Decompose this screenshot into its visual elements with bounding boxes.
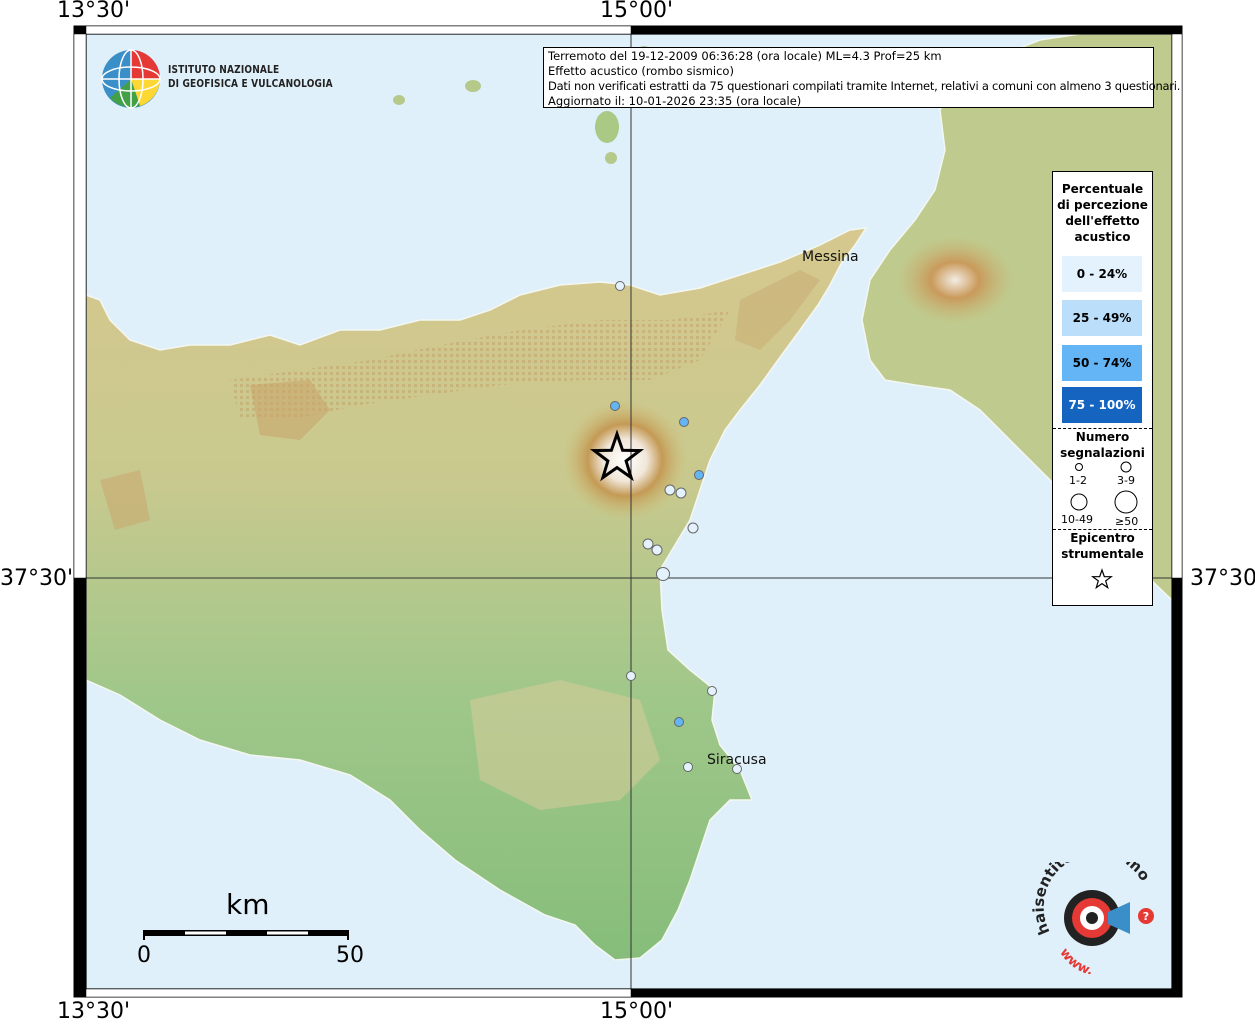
obs-point xyxy=(642,538,654,550)
island-filicudi xyxy=(465,80,481,92)
lat-label-right: 37°30' xyxy=(1190,566,1255,591)
data-source-line: Dati non verificati estratti da 75 quest… xyxy=(548,79,1181,93)
obs-point xyxy=(610,401,620,411)
legend-class-0: 0 - 24% xyxy=(1062,256,1142,292)
lon-label-top-center: 15°00' xyxy=(600,0,674,23)
updated-line: Aggiornato il: 10-01-2026 23:35 (ora loc… xyxy=(548,94,802,108)
count-3-9: 3-9 xyxy=(1117,474,1135,487)
ingv-line1: ISTITUTO NAZIONALE xyxy=(168,63,280,76)
obs-point xyxy=(651,544,663,556)
event-line: Terremoto del 19-12-2009 06:36:28 (ora l… xyxy=(548,49,942,63)
count-10-49: 10-49 xyxy=(1061,513,1093,526)
globe-icon xyxy=(101,49,161,109)
scale-unit: km xyxy=(226,888,270,921)
lon-label-bottom-left: 13°30' xyxy=(57,999,131,1024)
island-vulcano xyxy=(605,152,617,164)
obs-point xyxy=(679,417,689,427)
island-lipari xyxy=(595,111,619,143)
lon-label-top-left: 13°30' xyxy=(57,0,131,23)
ingv-logo: ISTITUTO NAZIONALE DI GEOFISICA E VULCAN… xyxy=(100,48,333,110)
svg-text:?: ? xyxy=(1143,910,1149,923)
count-1-2: 1-2 xyxy=(1069,474,1087,487)
event-info-box: Terremoto del 19-12-2009 06:36:28 (ora l… xyxy=(543,47,1181,108)
obs-point xyxy=(694,470,704,480)
legend-star-icon xyxy=(1091,568,1113,590)
scale-end: 50 xyxy=(336,943,364,968)
scale-start: 0 xyxy=(137,943,151,968)
island-alicudi xyxy=(393,95,405,105)
obs-point xyxy=(615,281,625,291)
obs-point xyxy=(626,671,636,681)
legend-class-1: 25 - 49% xyxy=(1062,300,1142,336)
lat-label-left: 37°30' xyxy=(0,566,74,591)
obs-point xyxy=(656,567,670,581)
obs-point xyxy=(664,484,676,496)
ingv-line2: DI GEOFISICA E VULCANOLOGIA xyxy=(168,77,333,90)
legend-epicenter-title: Epicentro strumentale xyxy=(1061,531,1144,561)
ingv-logo-text: ISTITUTO NAZIONALE DI GEOFISICA E VULCAN… xyxy=(168,63,333,91)
legend-class-2: 50 - 74% xyxy=(1062,345,1142,381)
obs-point xyxy=(683,762,693,772)
legend-title: Percentuale di percezione dell'effetto a… xyxy=(1057,182,1148,244)
place-siracusa: Siracusa xyxy=(707,752,767,768)
haisentito-logo: ? haisentitoilterremoto.it www. xyxy=(1030,862,1154,974)
aspromonte xyxy=(895,235,1015,325)
legend-count-title: Numero segnalazioni xyxy=(1060,430,1145,460)
obs-point xyxy=(707,686,717,696)
lon-label-bottom-center: 15°00' xyxy=(600,999,674,1024)
obs-point xyxy=(674,717,684,727)
obs-point xyxy=(687,522,699,534)
obs-point xyxy=(675,487,687,499)
svg-text:www.: www. xyxy=(1056,945,1094,974)
legend-class-3: 75 - 100% xyxy=(1062,387,1142,423)
legend: Percentuale di percezione dell'effetto a… xyxy=(1052,171,1153,606)
count-50: ≥50 xyxy=(1115,515,1139,528)
effect-line: Effetto acustico (rombo sismico) xyxy=(548,64,734,78)
place-messina: Messina xyxy=(802,249,859,265)
